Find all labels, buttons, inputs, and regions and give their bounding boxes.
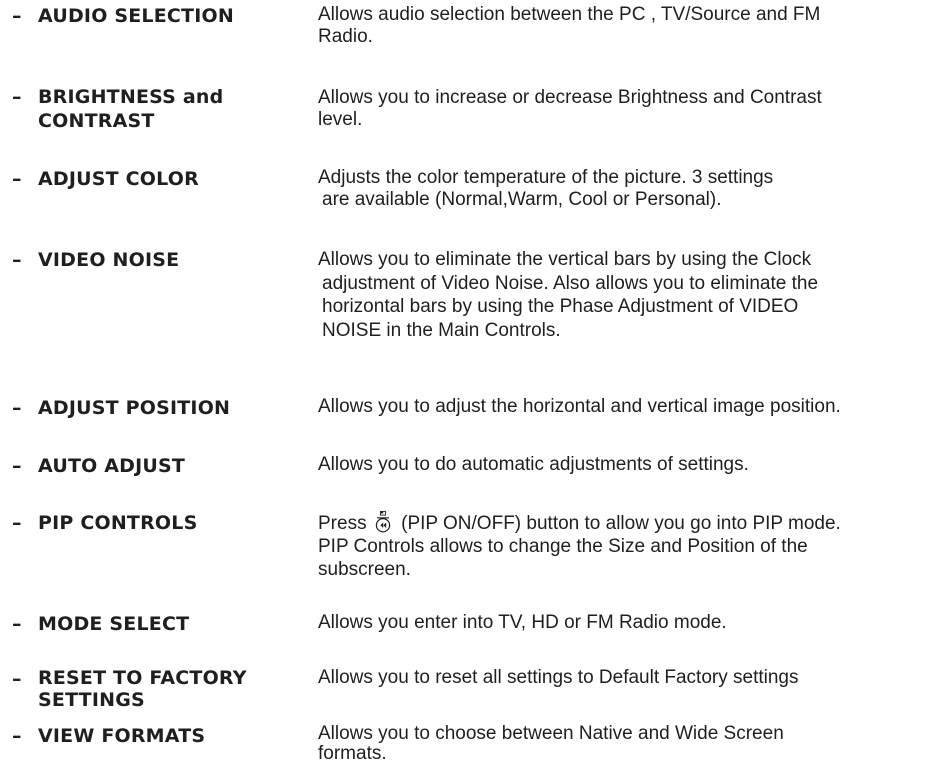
description-adjust-position: Allows you to adjust the horizontal and … (318, 396, 930, 418)
description-view-formats: Allows you to choose between Native and … (318, 724, 930, 764)
bullet-dash: – (12, 5, 22, 27)
description-line: Adjusts the color temperature of the pic… (318, 167, 774, 188)
press-text: Press (318, 513, 367, 534)
description-brightness-contrast: Allows you to increase or decrease Brigh… (318, 87, 930, 131)
description-line: formats. (318, 743, 387, 764)
description-line: horizontal bars by using the Phase Adjus… (322, 296, 799, 317)
pip-button-icon (375, 511, 391, 533)
bullet-dash: – (12, 725, 22, 747)
term-adjust-position: ADJUST POSITION (38, 396, 303, 420)
term-auto-adjust: AUTO ADJUST (38, 454, 303, 478)
description-line: PIP Controls allows to change the Size a… (318, 536, 808, 557)
description-line: are available (Normal,Warm, Cool or Pers… (322, 189, 722, 210)
description-line: Allows you to adjust the horizontal and … (318, 396, 841, 417)
description-mode-select: Allows you enter into TV, HD or FM Radio… (318, 612, 930, 634)
term-line: ADJUST POSITION (38, 397, 231, 419)
description-adjust-color: Adjusts the color temperature of the pic… (318, 167, 930, 211)
term-audio-selection: AUDIO SELECTION (38, 4, 303, 28)
term-line: MODE SELECT (38, 613, 190, 635)
description-reset-factory-settings: Allows you to reset all settings to Defa… (318, 667, 930, 689)
bullet-dash: – (12, 397, 22, 419)
bullet-dash: – (12, 455, 22, 477)
bullet-dash: – (12, 512, 22, 534)
term-line: RESET TO FACTORY (38, 667, 247, 689)
bullet-dash: – (12, 86, 22, 108)
term-line: AUTO ADJUST (38, 455, 186, 477)
description-line: Allows you to increase or decrease Brigh… (318, 87, 822, 108)
term-line: AUDIO SELECTION (38, 5, 234, 27)
description-line: Allows audio selection between the PC , … (318, 4, 821, 25)
description-line: Radio. (318, 26, 373, 47)
term-adjust-color: ADJUST COLOR (38, 167, 303, 191)
description-line: NOISE in the Main Controls. (322, 319, 561, 341)
bullet-dash: – (12, 249, 22, 271)
bullet-dash: – (12, 168, 22, 190)
description-pip-controls: Press (PIP ON/OFF) button to allow you g… (318, 511, 930, 581)
term-reset-factory-settings: RESET TO FACTORY SETTINGS (38, 667, 303, 711)
description-video-noise: Allows you to eliminate the vertical bar… (318, 248, 930, 342)
term-line: PIP CONTROLS (38, 512, 198, 534)
description-line-with-icon: Press (PIP ON/OFF) button to allow you g… (318, 511, 930, 535)
term-line: BRIGHTNESS and (38, 86, 224, 108)
term-line: VIDEO NOISE (38, 249, 180, 271)
term-view-formats: VIEW FORMATS (38, 724, 303, 748)
description-line: adjustment of Video Noise. Also allows y… (322, 272, 819, 294)
term-line: ADJUST COLOR (38, 168, 199, 190)
bullet-dash: – (12, 613, 22, 635)
description-audio-selection: Allows audio selection between the PC , … (318, 4, 930, 48)
description-auto-adjust: Allows you to do automatic adjustments o… (318, 454, 930, 476)
term-line: VIEW FORMATS (38, 725, 206, 747)
description-line: level. (318, 109, 363, 130)
term-pip-controls: PIP CONTROLS (38, 511, 303, 535)
description-line: Allows you to eliminate the vertical bar… (318, 249, 812, 270)
bullet-dash: – (12, 668, 22, 690)
pip-button-description: (PIP ON/OFF) button to allow you go into… (401, 513, 841, 534)
description-line: Allows you to do automatic adjustments o… (318, 454, 749, 475)
term-video-noise: VIDEO NOISE (38, 248, 303, 272)
term-line: CONTRAST (38, 110, 155, 132)
description-line: Allows you to choose between Native and … (318, 723, 784, 744)
term-brightness-contrast: BRIGHTNESS and CONTRAST (38, 85, 303, 133)
description-line: Allows you enter into TV, HD or FM Radio… (318, 612, 727, 633)
description-line: Allows you to reset all settings to Defa… (318, 667, 799, 688)
term-mode-select: MODE SELECT (38, 612, 303, 636)
description-line: subscreen. (318, 559, 411, 580)
term-line: SETTINGS (38, 689, 145, 711)
